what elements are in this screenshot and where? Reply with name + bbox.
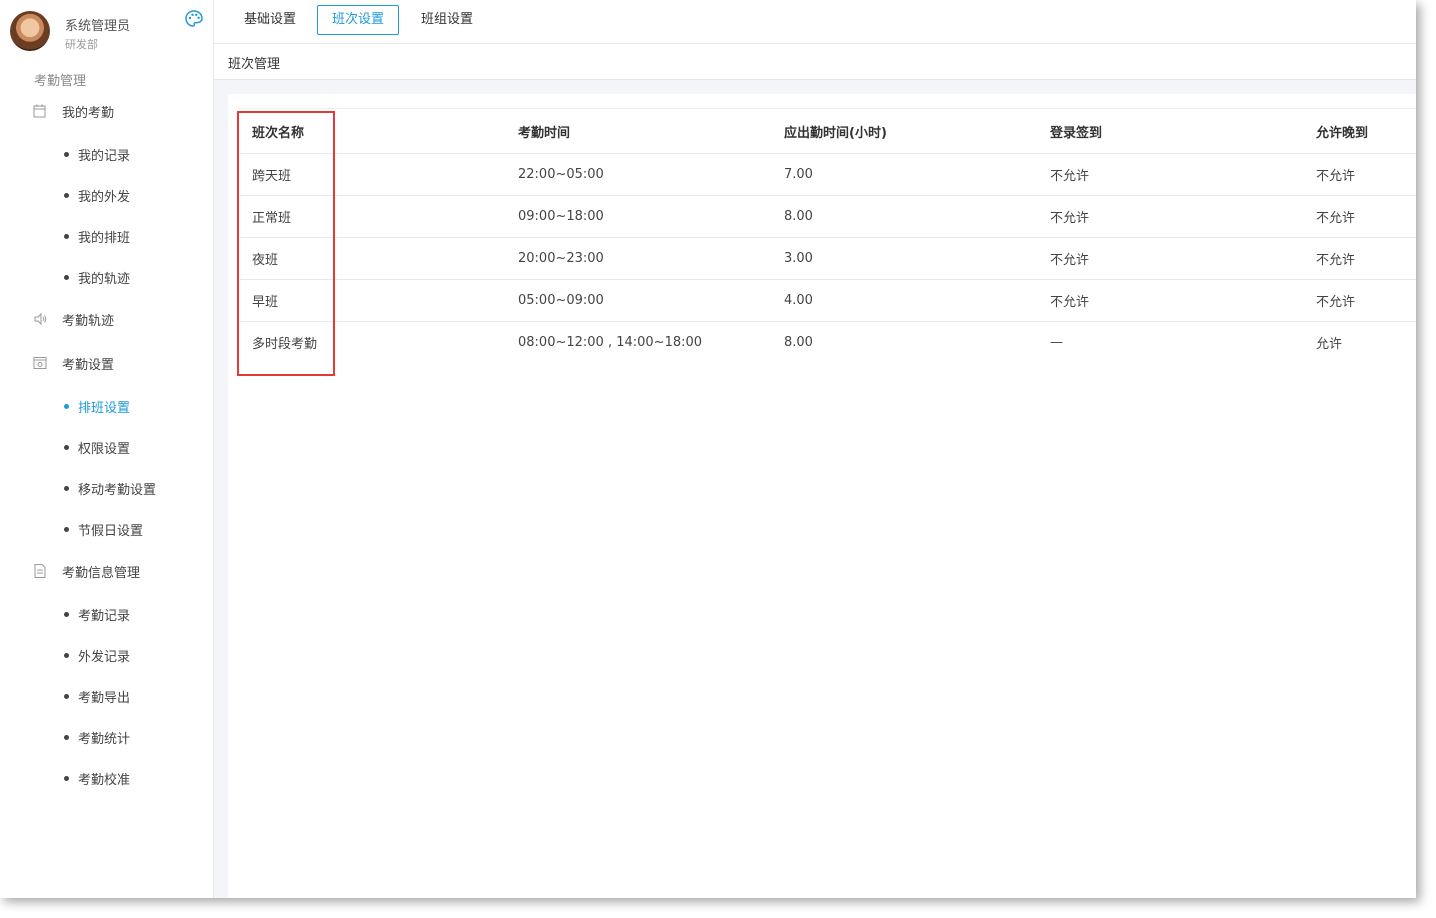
sidebar-section-title: 考勤管理 [34, 74, 87, 89]
sidebar-item-holiday-settings[interactable]: 节假日设置 [64, 519, 143, 539]
required-hours-cell: 8.00 [784, 335, 813, 350]
sidebar-group-label: 考勤设置 [62, 357, 115, 373]
sidebar-item-label: 移动考勤设置 [78, 482, 157, 498]
bullet-icon [64, 151, 69, 157]
column-header-allow-late: 允许晚到 [1304, 108, 1416, 154]
bullet-icon [64, 693, 69, 699]
sidebar-group-label: 考勤轨迹 [62, 313, 115, 329]
bullet-icon [64, 444, 69, 450]
user-name: 系统管理员 [65, 19, 131, 34]
attendance-time-cell: 22:00~05:00 [506, 153, 772, 196]
bullet-icon [64, 775, 69, 781]
bullet-icon [64, 652, 69, 658]
sidebar-item-label: 我的记录 [78, 148, 131, 164]
attendance-time-cell: 20:00~23:00 [506, 237, 772, 280]
sidebar-item-label: 我的外发 [78, 189, 131, 205]
sidebar-item-label: 节假日设置 [78, 523, 144, 539]
login-checkin-cell: 不允许 [1038, 195, 1304, 238]
annotation-highlight-box [237, 111, 335, 376]
settings-box-icon [33, 357, 47, 369]
sidebar-item-attendance-stats[interactable]: 考勤统计 [64, 727, 130, 747]
allow-late-cell: 不允许 [1304, 279, 1416, 322]
sidebar-group-attendance-info[interactable]: 考勤信息管理 [32, 561, 140, 581]
attendance-time-cell: 09:00~18:00 [506, 195, 772, 238]
top-tabs: 基础设置 班次设置 班组设置 [214, 0, 1416, 44]
sidebar-group-attendance-settings[interactable]: 考勤设置 [32, 353, 114, 373]
sidebar-group-label: 我的考勤 [62, 105, 115, 121]
bullet-icon [64, 192, 69, 198]
sidebar-item-my-schedule[interactable]: 我的排班 [64, 226, 130, 246]
sidebar-group-label: 考勤信息管理 [62, 565, 141, 581]
table-row[interactable]: 早班 05:00~09:00 4.00 不允许 不允许 [240, 279, 1416, 322]
sidebar-item-label: 我的排班 [78, 230, 131, 246]
sidebar-item-permission-settings[interactable]: 权限设置 [64, 437, 130, 457]
sidebar-item-label: 考勤统计 [78, 731, 131, 747]
bullet-icon [64, 611, 69, 617]
table-header-row: 班次名称 考勤时间 应出勤时间(小时) 登录签到 允许晚到 [240, 108, 1416, 154]
allow-late-cell: 允许 [1316, 337, 1343, 352]
bullet-icon [64, 734, 69, 740]
table-row[interactable]: 正常班 09:00~18:00 8.00 不允许 不允许 [240, 195, 1416, 238]
allow-late-cell: 不允许 [1304, 153, 1416, 196]
required-hours-cell: 7.00 [772, 153, 1038, 196]
user-department: 研发部 [65, 38, 98, 51]
sidebar-item-outing-records[interactable]: 外发记录 [64, 645, 130, 665]
column-header-login-checkin: 登录签到 [1038, 108, 1304, 154]
allow-late-cell: 不允许 [1304, 237, 1416, 280]
app-window: 系统管理员 研发部 考勤管理 我的考勤 我的记录 我的外发 我的排班 我的轨迹 [0, 0, 1416, 898]
bullet-icon [64, 274, 69, 280]
sidebar: 系统管理员 研发部 考勤管理 我的考勤 我的记录 我的外发 我的排班 我的轨迹 [0, 0, 214, 898]
sidebar-item-shift-settings[interactable]: 排班设置 [64, 396, 130, 416]
login-checkin-cell: 不允许 [1038, 237, 1304, 280]
user-profile: 系统管理员 研发部 [10, 8, 210, 58]
column-header-required-hours: 应出勤时间(小时) [772, 108, 1038, 154]
required-hours-cell: 4.00 [772, 279, 1038, 322]
tab-team-settings[interactable]: 班组设置 [406, 5, 488, 35]
attendance-time-cell: 05:00~09:00 [506, 279, 772, 322]
bullet-icon [64, 403, 69, 409]
table-row[interactable]: 夜班 20:00~23:00 3.00 不允许 不允许 [240, 237, 1416, 280]
required-hours-cell: 8.00 [772, 195, 1038, 238]
sidebar-group-attendance-track[interactable]: 考勤轨迹 [32, 309, 114, 329]
bullet-icon [64, 526, 69, 532]
calendar-icon [33, 104, 46, 118]
attendance-time-cell: 08:00~12:00 , 14:00~18:00 [518, 335, 703, 350]
column-header-attendance-time: 考勤时间 [506, 108, 772, 154]
bullet-icon [64, 233, 69, 239]
tab-basic-settings[interactable]: 基础设置 [229, 5, 311, 35]
palette-icon[interactable] [184, 9, 204, 29]
sidebar-item-my-track[interactable]: 我的轨迹 [64, 267, 130, 287]
login-checkin-cell: — [1050, 335, 1063, 350]
sidebar-item-my-records[interactable]: 我的记录 [64, 144, 130, 164]
sidebar-item-label: 我的轨迹 [78, 271, 131, 287]
sidebar-item-label: 外发记录 [78, 649, 131, 665]
login-checkin-cell: 不允许 [1038, 279, 1304, 322]
page-subheader: 班次管理 [214, 44, 1416, 80]
tab-shift-settings[interactable]: 班次设置 [317, 5, 400, 35]
sidebar-item-attendance-calibration[interactable]: 考勤校准 [64, 768, 130, 788]
sidebar-item-attendance-export[interactable]: 考勤导出 [64, 686, 130, 706]
sidebar-item-label: 排班设置 [78, 400, 131, 416]
sidebar-item-label: 考勤导出 [78, 690, 131, 706]
sidebar-item-attendance-records[interactable]: 考勤记录 [64, 604, 130, 624]
allow-late-cell: 不允许 [1304, 195, 1416, 238]
table-row[interactable]: 跨天班 22:00~05:00 7.00 不允许 不允许 [240, 153, 1416, 196]
avatar[interactable] [10, 11, 50, 51]
page-title: 班次管理 [228, 57, 281, 72]
shift-table: 班次名称 考勤时间 应出勤时间(小时) 登录签到 允许晚到 跨天班 22:00~… [240, 108, 1416, 363]
speaker-icon [34, 312, 47, 326]
sidebar-group-my-attendance[interactable]: 我的考勤 [32, 101, 114, 121]
sidebar-item-label: 权限设置 [78, 441, 131, 457]
bullet-icon [64, 485, 69, 491]
document-icon [34, 564, 46, 578]
sidebar-item-my-outings[interactable]: 我的外发 [64, 185, 130, 205]
sidebar-item-mobile-settings[interactable]: 移动考勤设置 [64, 478, 156, 498]
required-hours-cell: 3.00 [772, 237, 1038, 280]
login-checkin-cell: 不允许 [1038, 153, 1304, 196]
sidebar-item-label: 考勤记录 [78, 608, 131, 624]
sidebar-item-label: 考勤校准 [78, 772, 131, 788]
table-row[interactable]: 多时段考勤 08:00~12:00 , 14:00~18:00 8.00 — 允… [240, 322, 1416, 364]
